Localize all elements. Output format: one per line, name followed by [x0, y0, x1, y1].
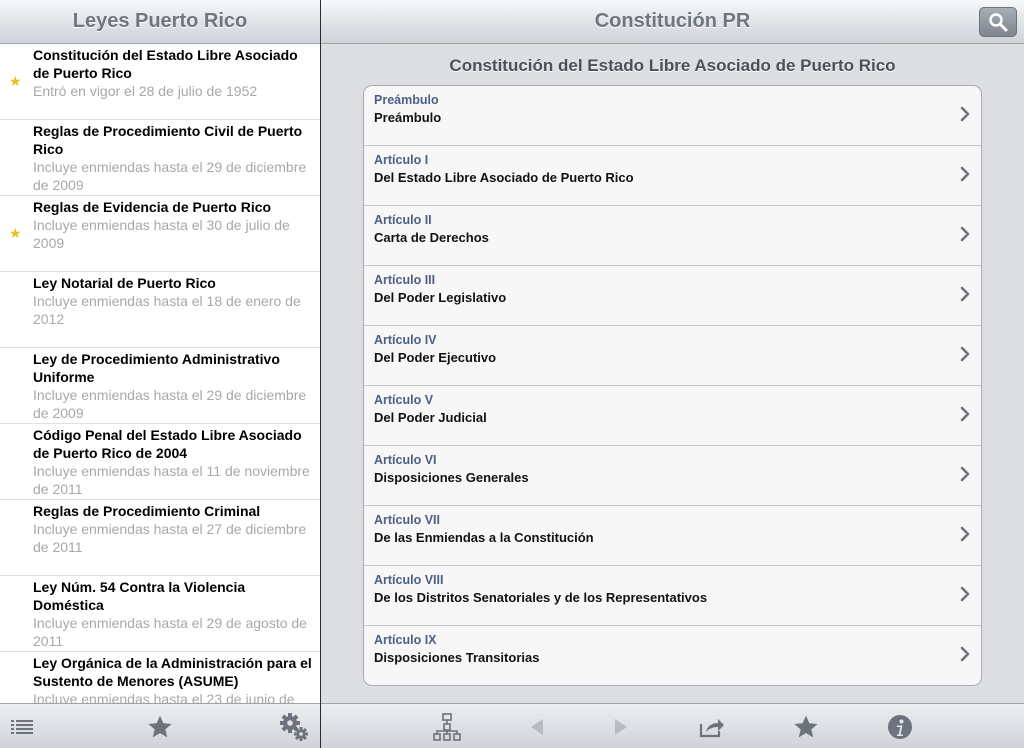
law-list-item[interactable]: Reglas de Procedimiento Civil de Puerto …: [0, 120, 320, 196]
law-title: Reglas de Procedimiento Civil de Puerto …: [33, 123, 303, 157]
chevron-right-icon: [960, 406, 970, 422]
section-label: Artículo VI: [374, 453, 437, 467]
chevron-right-icon: [960, 106, 970, 122]
right-navbar-title: Constitución PR: [594, 10, 751, 32]
law-title: Código Penal del Estado Libre Asociado d…: [33, 427, 302, 461]
section-title: Disposiciones Generales: [374, 470, 529, 485]
section-row[interactable]: Artículo IX Disposiciones Transitorias: [364, 626, 981, 685]
section-title: Preámbulo: [374, 110, 442, 125]
left-pane: Leyes Puerto Rico ★ Constitución del Esta…: [0, 0, 320, 748]
gears-icon[interactable]: [272, 704, 316, 748]
section-title: Disposiciones Transitorias: [374, 650, 540, 665]
share-icon[interactable]: [690, 704, 734, 748]
right-navbar: Constitución PR: [321, 0, 1024, 44]
law-subtitle: Incluye enmiendas hasta el 27 de diciemb…: [33, 521, 307, 555]
section-row[interactable]: Artículo III Del Poder Legislativo: [364, 266, 981, 326]
section-row[interactable]: Artículo IV Del Poder Ejecutivo: [364, 326, 981, 386]
back-arrow-icon[interactable]: [515, 704, 559, 748]
section-row[interactable]: Artículo VIII De los Distritos Senatorial…: [364, 566, 981, 626]
section-label: Artículo IX: [374, 633, 437, 647]
law-title: Constitución del Estado Libre Asociado d…: [33, 47, 298, 81]
chevron-right-icon: [960, 526, 970, 542]
law-list-item[interactable]: ★ Constitución del Estado Libre Asociado …: [0, 44, 320, 120]
bookmark-star-icon[interactable]: [784, 704, 828, 748]
section-label: Preámbulo: [374, 93, 439, 107]
section-label: Artículo IV: [374, 333, 437, 347]
law-list-item[interactable]: ★ Reglas de Evidencia de Puerto Rico Inclu…: [0, 196, 320, 272]
hierarchy-icon[interactable]: [425, 704, 469, 748]
chevron-right-icon: [960, 346, 970, 362]
chevron-right-icon: [960, 166, 970, 182]
chevron-right-icon: [960, 286, 970, 302]
favorite-star-icon: ★: [9, 73, 22, 89]
law-subtitle: Incluye enmiendas hasta el 30 de julio d…: [33, 217, 290, 251]
favorite-star-icon: ★: [9, 225, 22, 241]
law-title: Ley Núm. 54 Contra la Violencia Doméstic…: [33, 579, 246, 613]
law-subtitle: Incluye enmiendas hasta el 11 de noviemb…: [33, 463, 310, 497]
left-navbar: Leyes Puerto Rico: [0, 0, 320, 44]
chevron-right-icon: [960, 466, 970, 482]
search-icon: [989, 13, 1008, 32]
section-row[interactable]: Preámbulo Preámbulo: [364, 86, 981, 146]
section-title: Del Poder Judicial: [374, 410, 487, 425]
law-title: Ley de Procedimiento Administrativo Unif…: [33, 351, 280, 385]
section-row[interactable]: Artículo V Del Poder Judicial: [364, 386, 981, 446]
law-list-item[interactable]: Ley de Procedimiento Administrativo Unif…: [0, 348, 320, 424]
left-navbar-title: Leyes Puerto Rico: [72, 10, 248, 32]
chevron-right-icon: [960, 586, 970, 602]
right-toolbar: [321, 703, 1024, 748]
document-title: Constitución del Estado Libre Asociado d…: [449, 56, 896, 75]
law-title: Ley Orgánica de la Administración para e…: [33, 655, 312, 689]
favorites-star-icon[interactable]: [138, 704, 182, 748]
law-title: Reglas de Evidencia de Puerto Rico: [33, 199, 272, 215]
law-list-item[interactable]: Código Penal del Estado Libre Asociado d…: [0, 424, 320, 500]
section-label: Artículo VII: [374, 513, 440, 527]
law-list-item[interactable]: Ley Orgánica de la Administración para e…: [0, 652, 320, 703]
info-icon[interactable]: [878, 704, 922, 748]
section-label: Artículo III: [374, 273, 436, 287]
section-row[interactable]: Artículo I Del Estado Libre Asociado de P…: [364, 146, 981, 206]
section-row[interactable]: Artículo II Carta de Derechos: [364, 206, 981, 266]
law-list-item[interactable]: Ley Núm. 54 Contra la Violencia Doméstic…: [0, 576, 320, 652]
chevron-right-icon: [960, 226, 970, 242]
section-title: Del Poder Legislativo: [374, 290, 507, 305]
law-list-item[interactable]: Ley Notarial de Puerto Rico Incluye enmie…: [0, 272, 320, 348]
law-title: Ley Notarial de Puerto Rico: [33, 275, 216, 291]
chevron-right-icon: [960, 646, 970, 662]
section-row[interactable]: Artículo VII De las Enmiendas a la Consti…: [364, 506, 981, 566]
law-title: Reglas de Procedimiento Criminal: [33, 503, 261, 519]
section-title: De los Distritos Senatoriales y de los R…: [374, 590, 708, 605]
right-pane: Constitución PR Constitución del Estado …: [321, 0, 1024, 748]
section-label: Artículo V: [374, 393, 434, 407]
section-title: Del Estado Libre Asociado de Puerto Rico: [374, 170, 634, 185]
list-icon[interactable]: [0, 704, 44, 748]
section-label: Artículo VIII: [374, 573, 444, 587]
section-title: De las Enmiendas a la Constitución: [374, 530, 594, 545]
law-subtitle: Incluye enmiendas hasta el 18 de enero d…: [33, 293, 301, 327]
section-title: Carta de Derechos: [374, 230, 489, 245]
section-label: Artículo II: [374, 213, 432, 227]
law-list[interactable]: ★ Constitución del Estado Libre Asociado …: [0, 44, 320, 703]
forward-arrow-icon[interactable]: [599, 704, 643, 748]
law-subtitle: Incluye enmiendas hasta el 29 de diciemb…: [33, 387, 307, 421]
law-subtitle: Entró en vigor el 28 de julio de 1952: [33, 83, 258, 99]
law-list-item[interactable]: Reglas de Procedimiento Criminal Incluye …: [0, 500, 320, 576]
search-button[interactable]: [979, 7, 1017, 37]
section-label: Artículo I: [374, 153, 429, 167]
law-subtitle: Incluye enmiendas hasta el 29 de diciemb…: [33, 159, 307, 193]
law-subtitle: Incluye enmiendas hasta el 29 de agosto …: [33, 615, 307, 649]
section-list: Preámbulo Preámbulo Artículo I Del Estado L…: [363, 85, 982, 686]
left-toolbar: [0, 703, 320, 748]
law-subtitle: Incluye enmiendas hasta el 23 de junio d…: [33, 691, 295, 703]
section-title: Del Poder Ejecutivo: [374, 350, 497, 365]
section-row[interactable]: Artículo VI Disposiciones Generales: [364, 446, 981, 506]
